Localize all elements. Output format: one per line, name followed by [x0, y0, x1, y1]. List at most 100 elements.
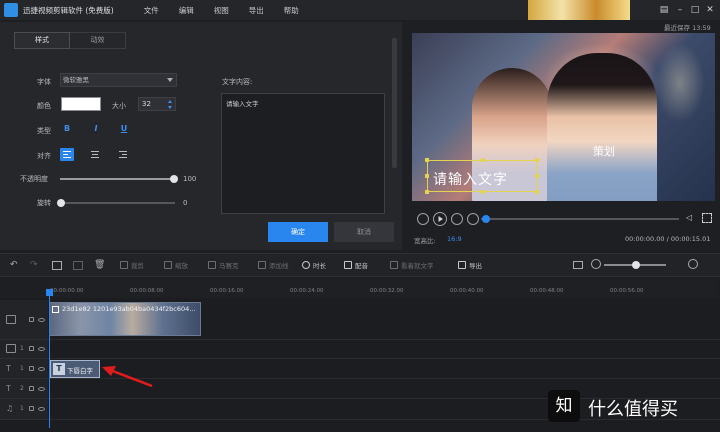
menu-help[interactable]: 帮助: [284, 5, 299, 16]
preview-person-right: [547, 53, 657, 201]
zoom-out-icon[interactable]: [591, 259, 601, 269]
prev-frame-icon[interactable]: [417, 213, 429, 225]
eye-icon[interactable]: [38, 387, 45, 391]
aspect-ratio-value[interactable]: 16:9: [447, 235, 462, 243]
split-icon[interactable]: [73, 261, 83, 270]
lock-icon[interactable]: [29, 346, 34, 351]
track-header-music: ♫ 1: [0, 399, 48, 420]
tab-animation[interactable]: 动效: [70, 32, 126, 49]
confirm-button[interactable]: 确定: [268, 222, 328, 242]
tool-zoom[interactable]: 缩放: [164, 260, 188, 270]
tool-dubbing[interactable]: 配音: [344, 260, 368, 270]
time-readout: 00:00:00.00 / 00:00:15.01: [625, 235, 711, 243]
skin-icon[interactable]: ▤: [658, 4, 670, 16]
text-content-value: 请输入文字: [226, 100, 259, 108]
resize-handle[interactable]: [425, 190, 429, 194]
text-content-textarea[interactable]: 请输入文字: [221, 93, 385, 214]
chevron-down-icon: [167, 78, 173, 82]
next-frame-icon[interactable]: [451, 213, 463, 225]
delete-icon[interactable]: 🗑: [94, 260, 105, 270]
text-clip[interactable]: T 下唇白字: [50, 360, 100, 378]
resize-handle[interactable]: [481, 190, 485, 194]
bold-button[interactable]: B: [60, 122, 74, 136]
track-number: 2: [20, 385, 24, 392]
tool-export[interactable]: 导出: [458, 260, 482, 270]
lock-icon[interactable]: [29, 317, 34, 322]
cancel-button[interactable]: 取消: [334, 222, 394, 242]
video-clip-name: 23d1e82 1201e93ab04ba0434f2bc604...: [62, 305, 196, 313]
size-stepper[interactable]: 32: [138, 97, 176, 111]
align-right-icon[interactable]: [116, 148, 130, 161]
annotation-arrow-icon: [102, 366, 153, 388]
align-left-icon[interactable]: [60, 148, 74, 161]
playback-progress-knob[interactable]: [482, 215, 490, 223]
stop-icon[interactable]: [467, 213, 479, 225]
eye-icon[interactable]: [38, 347, 45, 351]
tab-style[interactable]: 样式: [14, 32, 70, 49]
mosaic-icon: [208, 261, 216, 269]
rotation-slider-knob[interactable]: [57, 199, 65, 207]
close-icon[interactable]: ✕: [704, 4, 716, 16]
overlay-text-box[interactable]: 请输入文字: [425, 158, 539, 194]
ad-banner[interactable]: [528, 0, 630, 20]
menu-file[interactable]: 文件: [144, 5, 159, 16]
pip-track-row[interactable]: [48, 340, 720, 359]
ruler-tick: 00:00:16.00: [210, 288, 244, 294]
text-clip-label: 下唇白字: [67, 367, 93, 375]
crop-icon: [120, 261, 128, 269]
volume-icon[interactable]: ◁: [686, 213, 696, 223]
tool-mosaic[interactable]: 马赛克: [208, 260, 239, 270]
resize-handle[interactable]: [535, 190, 539, 194]
mic-icon: [344, 261, 352, 269]
lock-icon[interactable]: [29, 386, 34, 391]
menu-edit[interactable]: 编辑: [179, 5, 194, 16]
resize-handle[interactable]: [481, 158, 485, 162]
stepper-up-icon[interactable]: [168, 100, 172, 103]
fullscreen-icon[interactable]: [702, 213, 712, 223]
resize-handle[interactable]: [535, 158, 539, 162]
eye-icon[interactable]: [38, 407, 45, 411]
playhead[interactable]: [49, 292, 50, 428]
maximize-icon[interactable]: □: [689, 4, 701, 16]
minimize-icon[interactable]: –: [674, 4, 686, 16]
panel-scrollbar[interactable]: [392, 38, 397, 168]
resize-handle[interactable]: [535, 174, 539, 178]
resize-handle[interactable]: [425, 174, 429, 178]
align-center-icon[interactable]: [88, 148, 102, 161]
playback-progress[interactable]: [481, 218, 679, 220]
tool-duration[interactable]: 时长: [302, 260, 326, 270]
tool-crop[interactable]: 裁剪: [120, 260, 144, 270]
color-picker[interactable]: [61, 97, 101, 111]
tool-add-line[interactable]: 添加线: [258, 260, 289, 270]
resize-handle[interactable]: [425, 158, 429, 162]
edit-icon[interactable]: [52, 261, 62, 270]
rotation-slider[interactable]: [60, 202, 175, 204]
stepper-down-icon[interactable]: [168, 106, 172, 109]
type-label: 类型: [37, 127, 51, 135]
track-header-text-1: T 1: [0, 359, 48, 379]
tool-text[interactable]: 看着就文字: [390, 260, 434, 270]
preview-watermark-text: 策划: [593, 145, 615, 158]
italic-button[interactable]: I: [89, 122, 103, 136]
text-track-icon: T: [6, 364, 11, 373]
underline-button[interactable]: U: [117, 122, 131, 136]
undo-icon[interactable]: ↶: [10, 260, 18, 270]
opacity-slider[interactable]: [60, 178, 175, 180]
video-clip[interactable]: 23d1e82 1201e93ab04ba0434f2bc604...: [49, 302, 201, 336]
fit-icon[interactable]: [573, 261, 583, 269]
eye-icon[interactable]: [38, 318, 45, 322]
eye-icon[interactable]: [38, 367, 45, 371]
font-select[interactable]: 微软雅黑: [60, 73, 177, 87]
lock-icon[interactable]: [29, 406, 34, 411]
timeline-zoom-knob[interactable]: [632, 261, 640, 269]
font-label: 字体: [37, 78, 51, 86]
menu-export[interactable]: 导出: [249, 5, 264, 16]
zoom-in-icon[interactable]: [688, 259, 698, 269]
opacity-slider-knob[interactable]: [170, 175, 178, 183]
lock-icon[interactable]: [29, 366, 34, 371]
size-value: 32: [142, 100, 151, 108]
opacity-value: 100: [183, 175, 197, 183]
menu-view[interactable]: 视图: [214, 5, 229, 16]
play-icon[interactable]: [433, 212, 447, 226]
redo-icon[interactable]: ↷: [30, 260, 38, 270]
